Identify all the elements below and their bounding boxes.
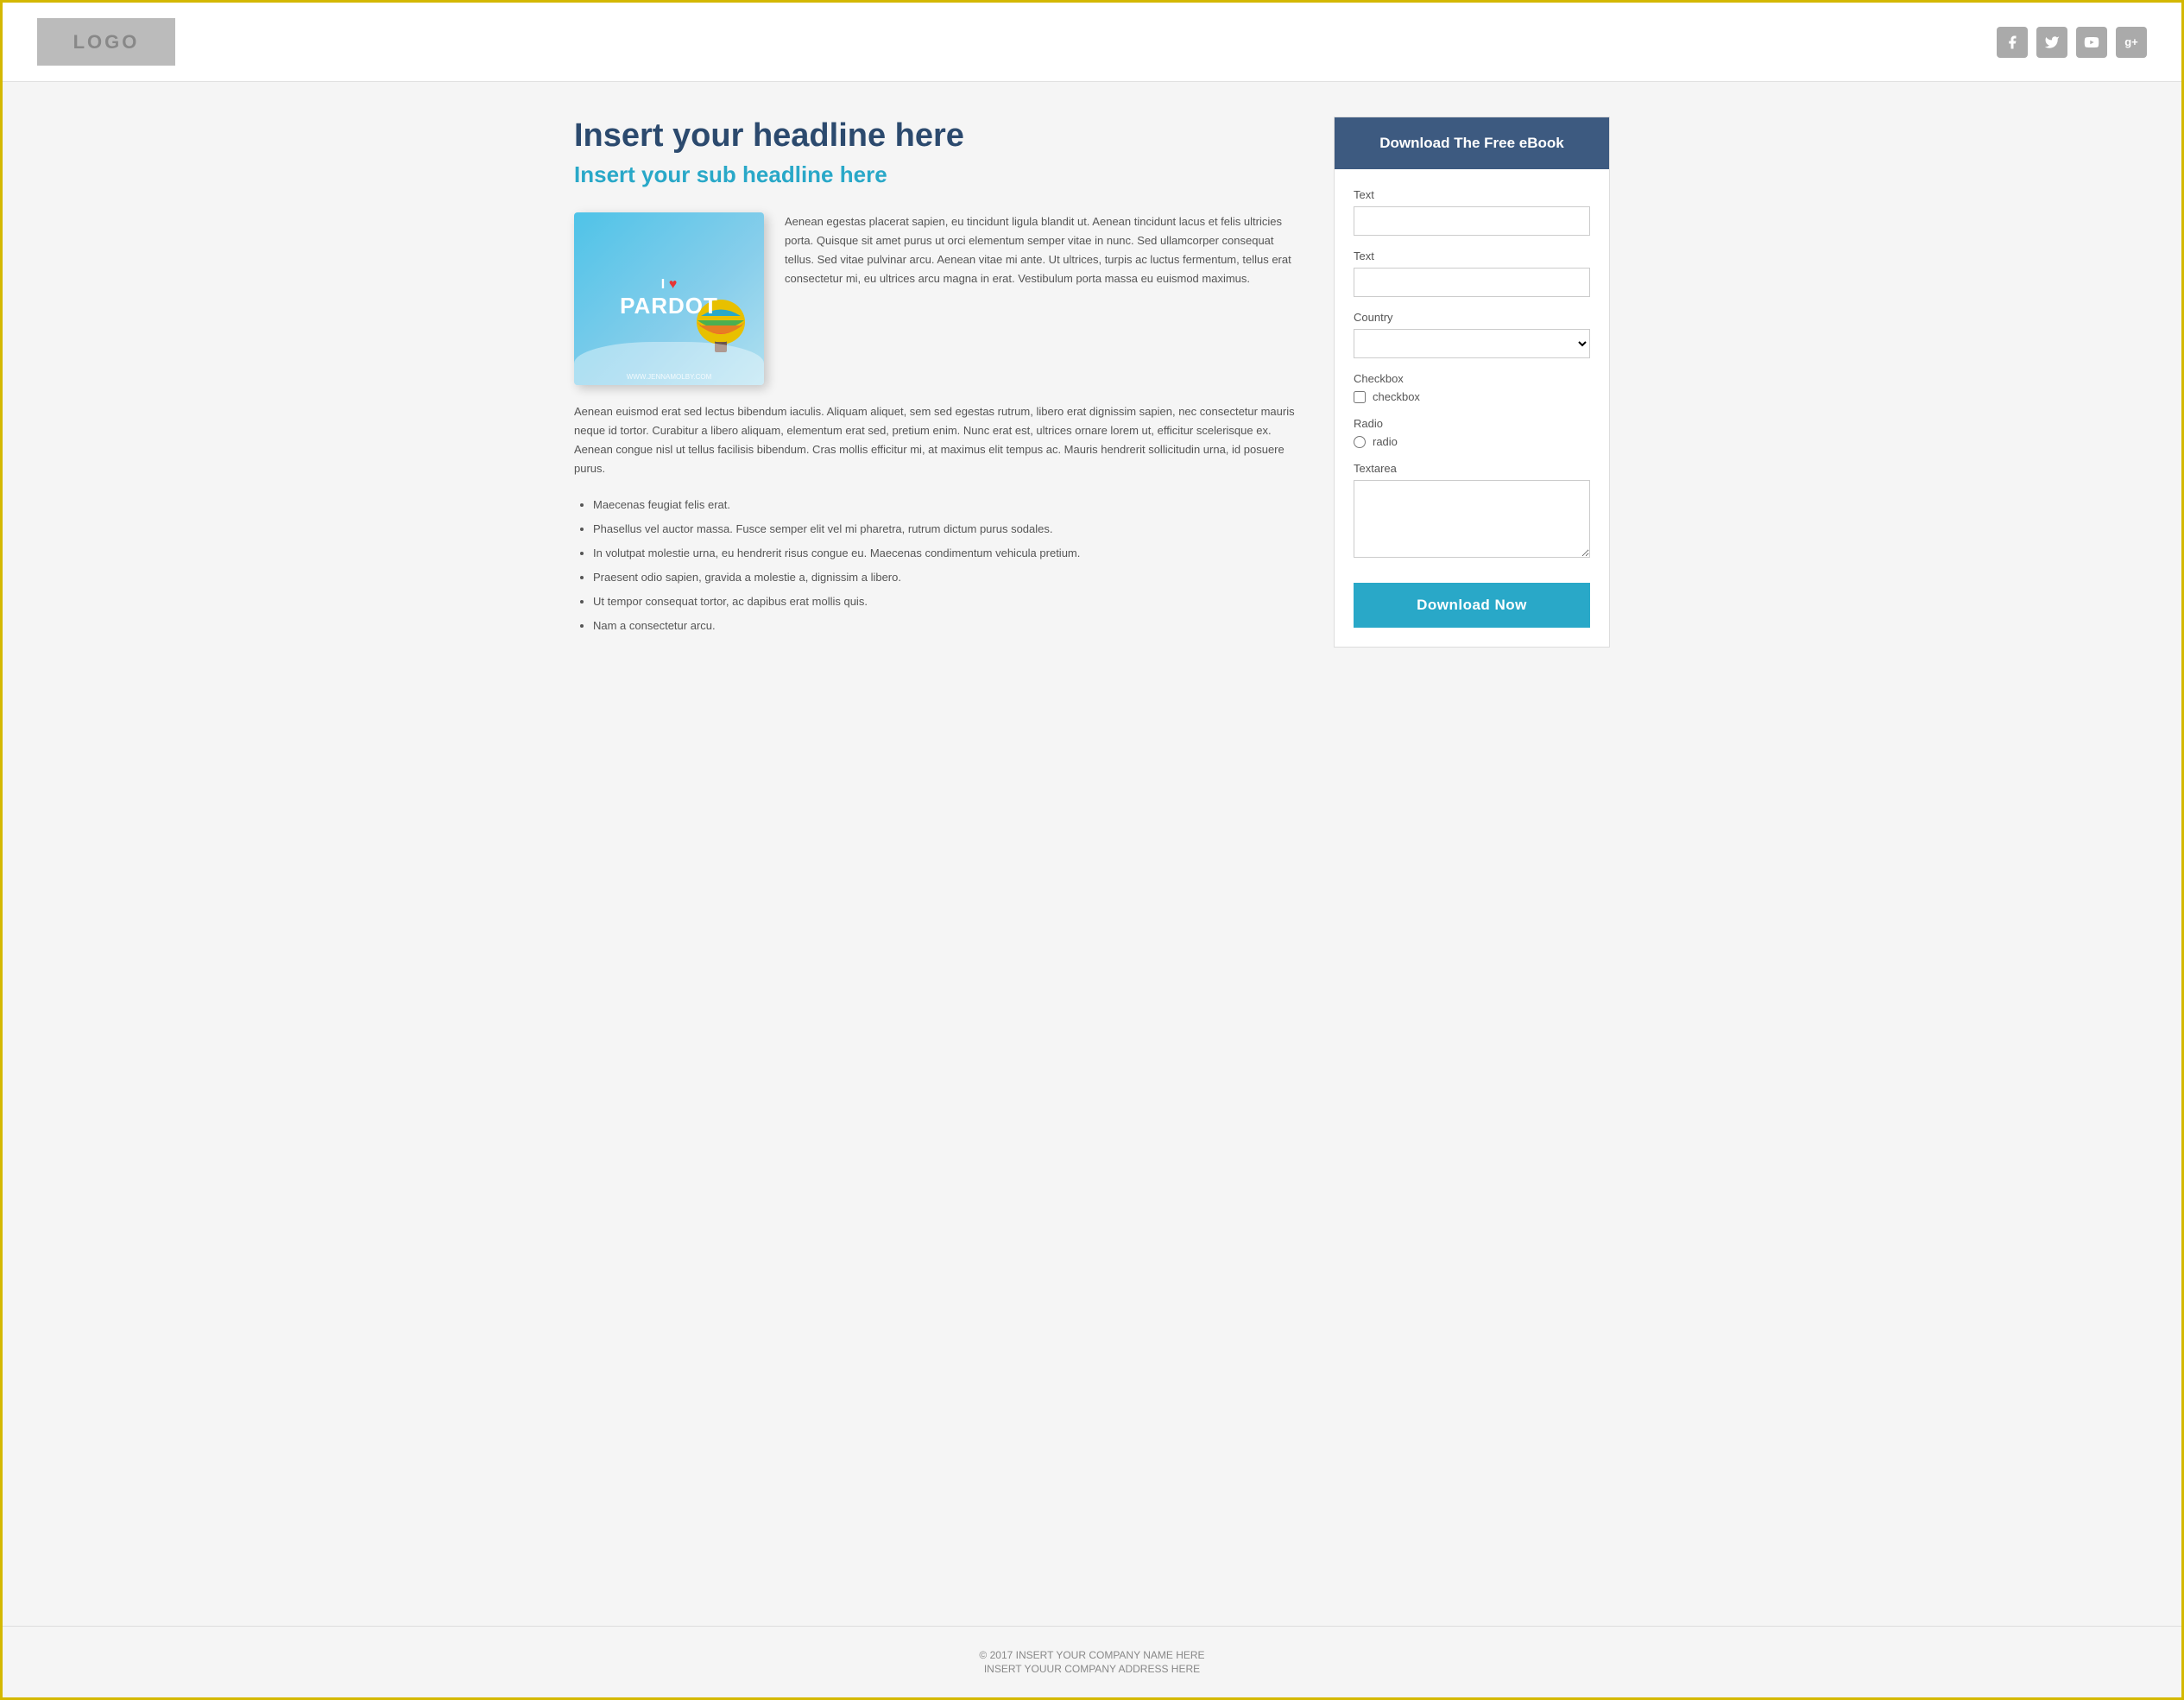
checkbox-group: Checkbox checkbox	[1354, 372, 1590, 403]
textarea-input[interactable]	[1354, 480, 1590, 558]
main-content: Insert your headline here Insert your su…	[3, 82, 2181, 1626]
country-select[interactable]: United States United Kingdom Canada Aust…	[1354, 329, 1590, 358]
body-paragraph: Aenean euismod erat sed lectus bibendum …	[574, 402, 1299, 478]
facebook-icon[interactable]	[1997, 27, 2028, 58]
list-item: Ut tempor consequat tortor, ac dapibus e…	[593, 591, 1299, 613]
footer-line1: © 2017 INSERT YOUR COMPANY NAME HERE	[23, 1649, 2161, 1661]
radio-row: radio	[1354, 435, 1590, 448]
textarea-group: Textarea	[1354, 462, 1590, 562]
field2-group: Text	[1354, 250, 1590, 297]
download-now-button[interactable]: Download Now	[1354, 583, 1590, 628]
book-text-row: I ♥ PARDOT	[574, 212, 1299, 385]
footer-line2: INSERT YOUUR COMPANY ADDRESS HERE	[23, 1663, 2161, 1675]
field1-label: Text	[1354, 188, 1590, 201]
list-item: Maecenas feugiat felis erat.	[593, 494, 1299, 516]
form-card: Download The Free eBook Text Text Countr…	[1334, 117, 1610, 648]
intro-paragraph: Aenean egestas placerat sapien, eu tinci…	[785, 212, 1299, 385]
field1-group: Text	[1354, 188, 1590, 236]
radio-section-label: Radio	[1354, 417, 1590, 430]
right-column: Download The Free eBook Text Text Countr…	[1334, 117, 1610, 648]
country-label: Country	[1354, 311, 1590, 324]
checkbox-option-label: checkbox	[1373, 390, 1420, 403]
bullet-list: Maecenas feugiat felis erat. Phasellus v…	[574, 494, 1299, 637]
checkbox-input[interactable]	[1354, 391, 1366, 403]
radio-input[interactable]	[1354, 436, 1366, 448]
field2-label: Text	[1354, 250, 1590, 262]
header: LOGO g+	[3, 3, 2181, 82]
sub-headline: Insert your sub headline here	[574, 161, 1299, 188]
radio-group: Radio radio	[1354, 417, 1590, 448]
list-item: Nam a consectetur arcu.	[593, 615, 1299, 637]
twitter-icon[interactable]	[2036, 27, 2067, 58]
left-column: Insert your headline here Insert your su…	[574, 117, 1299, 648]
googleplus-icon[interactable]: g+	[2116, 27, 2147, 58]
list-item: Praesent odio sapien, gravida a molestie…	[593, 566, 1299, 589]
radio-option-label: radio	[1373, 435, 1398, 448]
field2-input[interactable]	[1354, 268, 1590, 297]
footer: © 2017 INSERT YOUR COMPANY NAME HERE INS…	[3, 1626, 2181, 1697]
logo: LOGO	[37, 18, 175, 66]
youtube-icon[interactable]	[2076, 27, 2107, 58]
form-body: Text Text Country United States United K…	[1335, 169, 1609, 647]
form-header: Download The Free eBook	[1335, 117, 1609, 169]
book-cover-text: I ♥ PARDOT	[620, 277, 718, 319]
book-cover: I ♥ PARDOT	[574, 212, 764, 385]
main-headline: Insert your headline here	[574, 117, 1299, 156]
country-group: Country United States United Kingdom Can…	[1354, 311, 1590, 358]
textarea-label: Textarea	[1354, 462, 1590, 475]
field1-input[interactable]	[1354, 206, 1590, 236]
book-url: WWW.JENNAMOLBY.COM	[627, 373, 712, 381]
list-item: In volutpat molestie urna, eu hendrerit …	[593, 542, 1299, 565]
social-icons-container: g+	[1997, 27, 2147, 58]
checkbox-section-label: Checkbox	[1354, 372, 1590, 385]
list-item: Phasellus vel auctor massa. Fusce semper…	[593, 518, 1299, 540]
checkbox-row: checkbox	[1354, 390, 1590, 403]
